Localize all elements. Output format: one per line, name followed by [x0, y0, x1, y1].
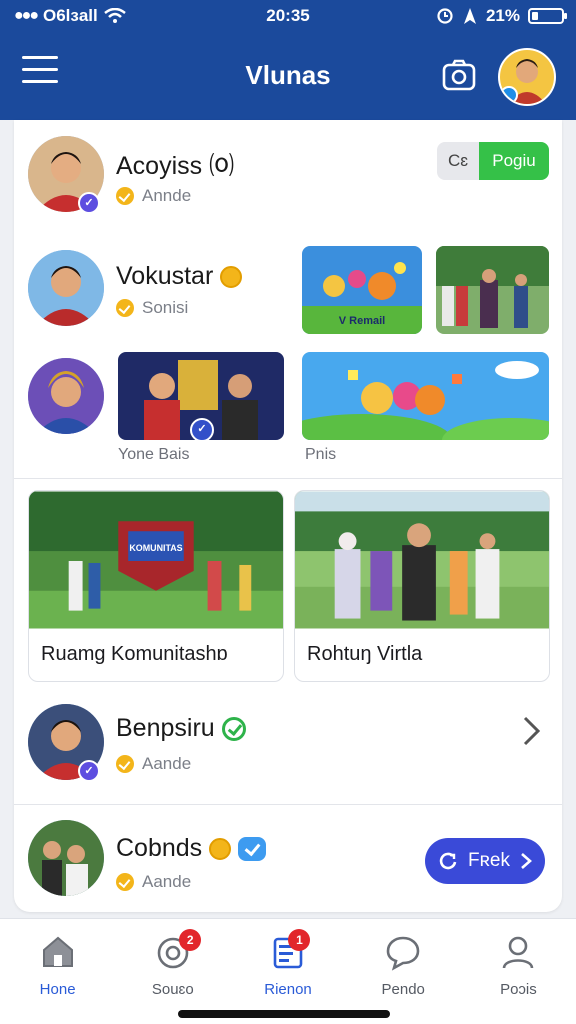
nav-messages[interactable]: Pendo	[346, 919, 461, 1024]
nav-home[interactable]: Hone	[0, 919, 115, 1024]
verified-badge: ✓	[78, 760, 100, 782]
featured-card-title: Ruamg Komunitashɒ	[41, 643, 228, 665]
nav-search[interactable]: 2 Souɛo	[115, 919, 230, 1024]
chevron-right-icon	[521, 853, 532, 869]
contact-status: Sonisi	[116, 298, 188, 318]
game-art-image	[302, 352, 549, 440]
alarm-icon	[437, 8, 453, 24]
chevron-right-icon	[523, 716, 541, 746]
featured-card[interactable]: KOMUNITAS Ruamg Komunitashɒ	[28, 490, 284, 682]
app-header: ●●● O6lɜall 20:35 21% Vlunas	[0, 0, 576, 120]
avatar[interactable]	[28, 358, 104, 434]
bottom-nav: Hone 2 Souɛo 1 Rienon Pendo Poɔis	[0, 918, 576, 1024]
banner-text: KOMUNITAS	[129, 543, 182, 553]
contact-name[interactable]: Benpsiru	[116, 714, 246, 743]
event-photo-image	[295, 491, 549, 629]
featured-card[interactable]: Rohtuŋ Virtla	[294, 490, 550, 682]
secondary-action-button[interactable]: Cɛ	[437, 142, 479, 180]
follow-button-label: Fʀek	[468, 850, 510, 871]
game-thumbnail[interactable]: V Remail	[302, 246, 422, 334]
nav-label: Pendo	[381, 981, 425, 998]
verified-badge: ✓	[190, 418, 214, 442]
action-segment: Cɛ Poɡiu	[437, 142, 549, 180]
page-title: Vlunas	[245, 60, 331, 90]
check-circle-icon	[221, 717, 246, 742]
battery-icon	[528, 8, 567, 24]
contact-status: Annde	[116, 186, 191, 206]
contact-name[interactable]: Acoyiss ⒪	[116, 146, 234, 182]
location-arrow-icon	[463, 8, 476, 24]
avatar[interactable]	[28, 820, 104, 896]
profile-avatar[interactable]	[498, 48, 556, 106]
game-art-image: V Remail	[302, 246, 422, 334]
coin-icon	[116, 755, 134, 773]
coin-icon	[116, 299, 134, 317]
featured-card-title: Rohtuŋ Virtla	[307, 643, 423, 665]
contact-status-label: Aande	[142, 754, 192, 773]
nav-reports[interactable]: 1 Rienon	[230, 919, 345, 1024]
avatar[interactable]	[28, 250, 104, 326]
camera-icon	[442, 59, 476, 91]
online-badge	[500, 86, 518, 104]
people-photo-icon	[28, 820, 104, 896]
contact-name[interactable]: Cobnds	[116, 834, 267, 863]
contact-name-label: Benpsiru	[116, 714, 215, 742]
contact-status: Aande	[116, 872, 191, 892]
community-image: KOMUNITAS	[29, 491, 283, 629]
home-icon	[42, 936, 73, 967]
person-photo-icon	[28, 250, 104, 326]
people-photo-image	[436, 246, 549, 334]
person-photo-icon	[28, 358, 104, 434]
contact-status: Aande	[116, 754, 191, 774]
notification-badge: 1	[288, 929, 311, 951]
nav-label: Souɛo	[151, 981, 194, 998]
contact-name[interactable]: Vokustar	[116, 262, 243, 291]
follow-button[interactable]: Fʀek	[425, 838, 545, 884]
hamburger-line	[22, 56, 58, 59]
gold-badge-icon	[209, 838, 232, 861]
nav-label: Hone	[39, 981, 76, 998]
camera-button[interactable]	[442, 58, 476, 92]
chevron-right-button[interactable]	[518, 714, 544, 748]
coin-icon	[116, 873, 134, 891]
chat-bubble-icon	[386, 936, 420, 971]
battery-percent: 21%	[485, 6, 520, 25]
verified-check-icon	[238, 837, 267, 862]
nav-label: Rienon	[264, 981, 312, 998]
game-banner[interactable]	[302, 352, 549, 440]
coin-icon	[116, 187, 134, 205]
nav-label: Poɔis	[500, 981, 537, 998]
refresh-icon	[439, 852, 457, 870]
home-indicator	[178, 1010, 390, 1018]
thumbnail-caption: Pnis	[305, 446, 337, 463]
contact-name-label: Vokustar	[116, 262, 214, 290]
game-art-text: V Remail	[339, 315, 385, 327]
primary-action-button[interactable]: Poɡiu	[479, 142, 549, 180]
thumbnail-caption: Yone Bais	[118, 446, 190, 463]
notification-badge: 2	[179, 929, 202, 951]
event-thumbnail[interactable]	[436, 246, 549, 334]
verified-badge: ✓	[78, 192, 100, 214]
section-divider	[14, 478, 562, 479]
nav-profile[interactable]: Poɔis	[461, 919, 576, 1024]
contact-status-label: Aande	[142, 872, 192, 891]
contact-name-label: Cobnds	[116, 834, 203, 862]
section-divider	[14, 804, 562, 805]
gold-badge-icon	[220, 266, 243, 289]
status-bar: ●●● O6lɜall 20:35 21%	[0, 6, 576, 30]
contact-status-label: Sonisi	[142, 298, 189, 317]
profile-icon	[503, 936, 534, 969]
battery-fill	[532, 12, 538, 20]
contact-status-label: Annde	[142, 186, 192, 205]
